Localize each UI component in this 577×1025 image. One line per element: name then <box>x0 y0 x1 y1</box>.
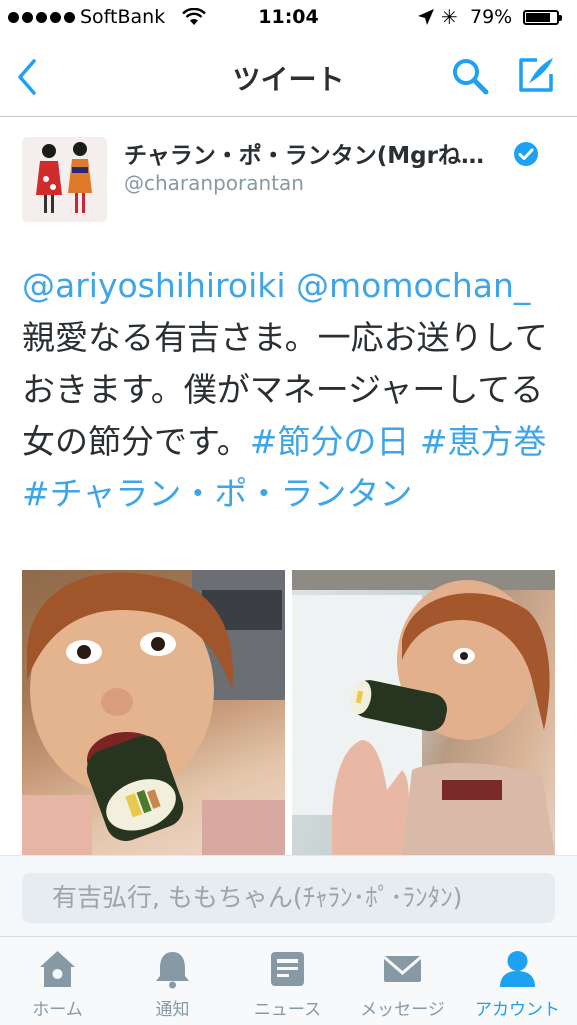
reply-input[interactable]: 有吉弘行, ももちゃん(ﾁｬﾗﾝ･ﾎﾟ･ﾗﾝﾀﾝ) <box>22 873 555 923</box>
tab-bar: ホーム 通知 ニュース メッセージ アカウント <box>0 936 577 1025</box>
location-arrow-icon <box>418 9 434 25</box>
author-name[interactable]: チャラン・ポ・ランタン(Mgrね… <box>124 136 484 170</box>
bell-icon <box>156 952 189 989</box>
photo-1-image <box>22 570 285 855</box>
status-bar: SoftBank 11:04 ✳ 79% <box>0 0 577 38</box>
battery-icon <box>523 10 562 25</box>
home-icon <box>40 951 75 987</box>
author-handle[interactable]: @charanporantan <box>124 171 304 195</box>
photo-2-image <box>292 570 555 855</box>
person-icon <box>500 951 535 987</box>
tab-label: メッセージ <box>360 1000 445 1020</box>
page-title: ツイート <box>232 63 345 96</box>
bluetooth-icon: ✳ <box>441 5 458 29</box>
tweet-photo-2[interactable] <box>292 570 555 855</box>
mention-link[interactable]: @momochan_ <box>296 266 530 305</box>
hashtag-link[interactable]: #節分の日 <box>250 422 410 461</box>
hashtag-link[interactable]: #チャラン・ポ・ランタン <box>22 474 412 513</box>
tab-label: ニュース <box>253 1000 322 1020</box>
tab-home[interactable]: ホーム <box>0 937 115 1025</box>
avatar-illustration <box>22 137 107 222</box>
battery-percent: 79% <box>470 6 513 28</box>
tab-news[interactable]: ニュース <box>230 937 345 1025</box>
verified-badge-icon <box>514 142 538 166</box>
author-avatar[interactable] <box>22 137 107 222</box>
reply-bar: 有吉弘行, ももちゃん(ﾁｬﾗﾝ･ﾎﾟ･ﾗﾝﾀﾝ) <box>0 855 577 936</box>
tab-label: 通知 <box>155 1000 190 1020</box>
navigation-bar: ツイート <box>0 38 577 117</box>
tab-account[interactable]: アカウント <box>460 937 575 1025</box>
tab-label: アカウント <box>475 1000 560 1020</box>
tweet-text: @ariyoshihiroiki @momochan_ 親愛なる有吉さま。一応お… <box>22 260 548 520</box>
search-icon[interactable] <box>450 56 490 96</box>
tab-label: ホーム <box>32 1000 83 1020</box>
tab-messages[interactable]: メッセージ <box>345 937 460 1025</box>
tweet-photo-1[interactable] <box>22 570 285 855</box>
envelope-icon <box>383 955 422 982</box>
compose-tweet-icon[interactable] <box>515 54 557 96</box>
news-icon <box>271 952 304 986</box>
tab-notifications[interactable]: 通知 <box>115 937 230 1025</box>
mention-link[interactable]: @ariyoshihiroiki <box>22 266 286 305</box>
hashtag-link[interactable]: #恵方巻 <box>420 422 547 461</box>
